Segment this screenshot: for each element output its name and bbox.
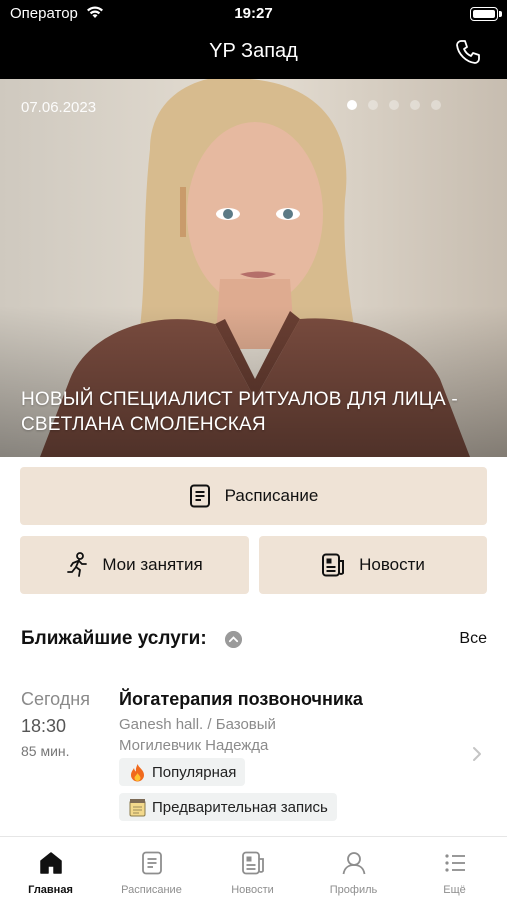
- tab-news[interactable]: Новости: [202, 837, 303, 900]
- tab-home[interactable]: Главная: [0, 837, 101, 900]
- carousel-dot[interactable]: [347, 100, 357, 110]
- service-item[interactable]: Сегодня 18:30 85 мин. Йогатерапия позвон…: [0, 680, 507, 830]
- news-banner[interactable]: 07.06.2023 НОВЫЙ СПЕЦИАЛИСТ РИТУАЛОВ ДЛЯ…: [0, 79, 507, 457]
- tab-profile-label: Профиль: [329, 884, 378, 896]
- news-button-label: Новости: [359, 555, 425, 574]
- chevron-right-icon: [473, 747, 481, 761]
- tag-preregistration: Предварительная запись: [119, 793, 337, 821]
- status-bar: Оператор 19:27: [0, 0, 507, 28]
- news-icon: [242, 851, 264, 875]
- running-person-icon: [67, 552, 88, 577]
- service-duration: 85 мин.: [21, 743, 70, 759]
- chevron-down-icon[interactable]: [225, 631, 242, 648]
- phone-icon[interactable]: [453, 37, 483, 67]
- tag-popular-label: Популярная: [152, 763, 237, 781]
- schedule-icon: [189, 484, 210, 508]
- battery-cap: [499, 11, 502, 17]
- tag-preregistration-label: Предварительная запись: [152, 798, 328, 816]
- tab-home-label: Главная: [28, 884, 73, 896]
- carousel-dots[interactable]: [347, 100, 441, 110]
- tab-schedule-label: Расписание: [121, 884, 182, 896]
- notepad-icon: [129, 798, 146, 816]
- tab-news-label: Новости: [231, 884, 274, 896]
- list-icon: [445, 854, 465, 872]
- tab-profile[interactable]: Профиль: [303, 837, 404, 900]
- carousel-dot[interactable]: [368, 100, 378, 110]
- upcoming-title: Ближайшие услуги:: [21, 628, 207, 649]
- fire-icon: [131, 763, 144, 781]
- schedule-button[interactable]: Расписание: [20, 467, 487, 525]
- news-button[interactable]: Новости: [259, 536, 487, 594]
- news-icon: [322, 553, 345, 577]
- top-bar: Оператор 19:27 YP Запад: [0, 0, 507, 79]
- carousel-dot[interactable]: [431, 100, 441, 110]
- my-classes-button[interactable]: Мои занятия: [20, 536, 249, 594]
- banner-date: 07.06.2023: [21, 99, 97, 116]
- battery-icon: [470, 7, 498, 21]
- banner-title: НОВЫЙ СПЕЦИАЛИСТ РИТУАЛОВ ДЛЯ ЛИЦА - СВЕ…: [21, 389, 458, 435]
- home-icon: [40, 852, 62, 874]
- tab-more[interactable]: Ещё: [404, 837, 505, 900]
- my-classes-button-label: Мои занятия: [102, 555, 203, 574]
- service-day: Сегодня: [21, 689, 90, 709]
- app-title: YP Запад: [209, 40, 298, 62]
- tab-schedule[interactable]: Расписание: [101, 837, 202, 900]
- tag-popular: Популярная: [119, 758, 246, 786]
- schedule-button-label: Расписание: [224, 486, 319, 505]
- service-hall: Ganesh hall. / Базовый: [119, 716, 276, 733]
- carousel-dot[interactable]: [410, 100, 420, 110]
- clock: 19:27: [234, 5, 273, 22]
- tab-more-label: Ещё: [443, 884, 466, 896]
- service-name: Йогатерапия позвоночника: [119, 689, 363, 709]
- profile-icon: [342, 852, 366, 875]
- tab-bar: Главная Расписание Новости Профиль Ещё: [0, 836, 507, 900]
- schedule-icon: [142, 851, 162, 875]
- service-time: 18:30: [21, 716, 67, 736]
- see-all-link[interactable]: Все: [459, 630, 487, 648]
- service-coach: Могилевчик Надежда: [119, 737, 269, 754]
- carousel-dot[interactable]: [389, 100, 399, 110]
